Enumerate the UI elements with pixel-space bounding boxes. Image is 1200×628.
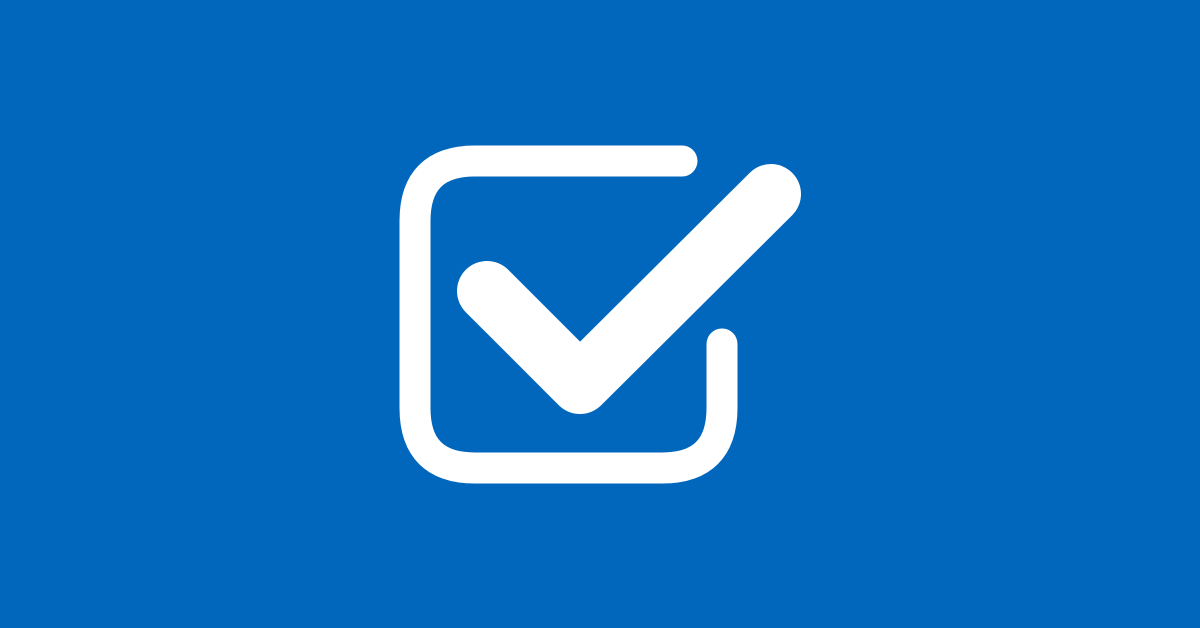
checked-checkbox-icon [0, 0, 1200, 628]
banner-background [0, 0, 1200, 628]
